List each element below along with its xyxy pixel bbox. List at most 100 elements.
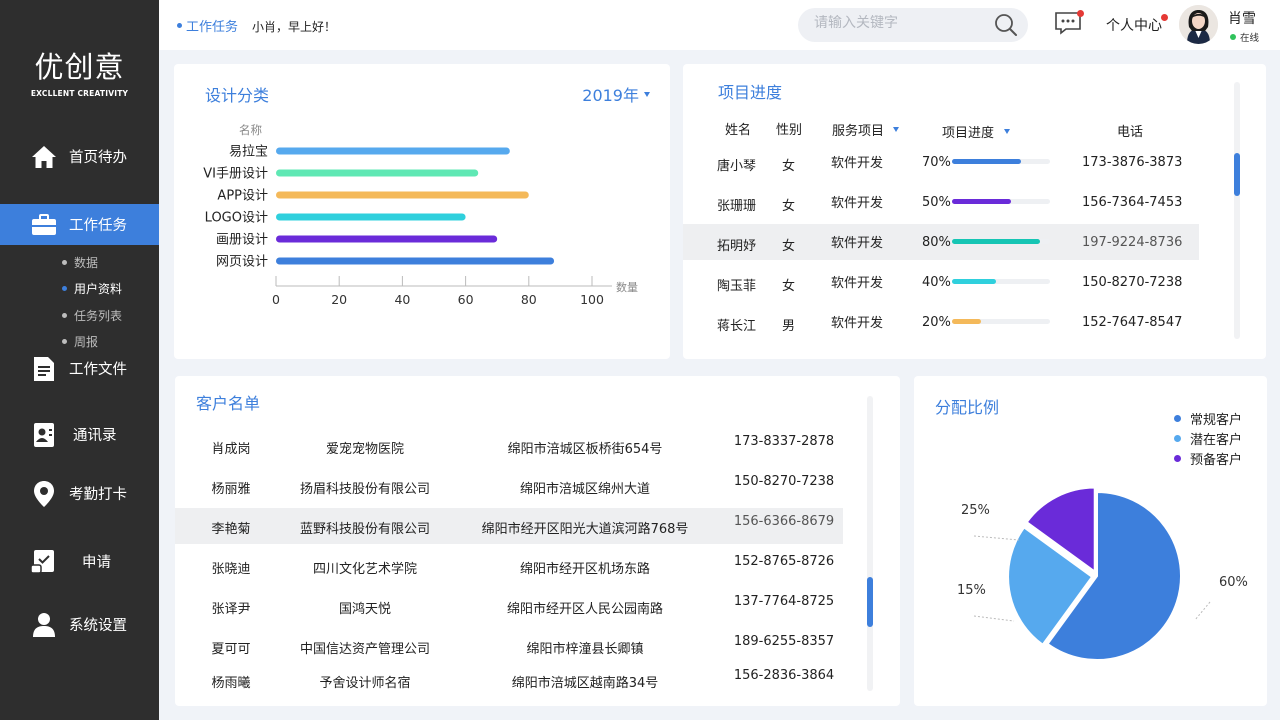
nav-item-settings[interactable]: 系统设置 <box>0 604 159 645</box>
scrollbar[interactable] <box>867 396 873 691</box>
progress-bar-track <box>952 319 1050 324</box>
x-tick-label: 100 <box>580 292 604 307</box>
cell-company: 中国信达资产管理公司 <box>299 642 431 657</box>
cell-address: 绵阳市梓潼县长卿镇 <box>526 642 644 657</box>
user-status: 在线 <box>1230 30 1259 44</box>
card-title: 项目进度 <box>718 83 783 102</box>
bar[interactable] <box>276 257 555 265</box>
cell-address: 绵阳市经开区机场东路 <box>519 562 651 577</box>
cell-pct: 80% <box>922 235 951 250</box>
breadcrumb-label: 工作任务 <box>186 20 239 35</box>
scrollbar-thumb[interactable] <box>1234 153 1240 196</box>
x-tick-label: 80 <box>521 292 537 307</box>
application-icon <box>30 548 58 576</box>
sort-caret-icon <box>893 127 900 132</box>
column-header-name: 姓名 <box>725 123 752 138</box>
avatar[interactable] <box>1179 5 1218 44</box>
cell-name: 李艳菊 <box>211 522 251 537</box>
x-tick-label: 0 <box>272 292 280 307</box>
bar[interactable] <box>276 213 466 221</box>
category-label: LOGO设计 <box>205 211 268 226</box>
category-label: APP设计 <box>217 189 268 204</box>
cell-name: 夏可可 <box>211 642 251 657</box>
bar[interactable] <box>276 169 479 177</box>
pie-chart: 60% 25% 15% <box>957 486 1248 661</box>
slice-label: 15% <box>957 583 986 598</box>
cell-company: 国鸿天悦 <box>338 602 392 617</box>
table-row[interactable]: 张译尹 国鸿天悦 绵阳市经开区人民公园南路 137-7764-8725 <box>175 588 843 624</box>
cell-name: 杨雨曦 <box>211 676 251 691</box>
nav-item-contacts[interactable]: 通讯录 <box>0 414 159 455</box>
subnav-label: 任务列表 <box>74 309 123 323</box>
bar[interactable] <box>276 235 498 243</box>
leader-line <box>973 615 1015 622</box>
cell-phone: 150-8270-7238 <box>1082 275 1183 290</box>
column-header-progress-label: 项目进度 <box>942 126 995 141</box>
nav-label: 系统设置 <box>69 618 127 634</box>
progress-bar-track <box>952 279 1050 284</box>
user-status-label: 在线 <box>1240 33 1260 44</box>
table-row[interactable]: 唐小琴 女 软件开发 70% 173-3876-3873 <box>683 144 1199 180</box>
user-icon <box>30 611 58 639</box>
scrollbar[interactable] <box>1234 82 1240 339</box>
notification-dot <box>1077 10 1084 17</box>
cell-gender: 女 <box>782 159 796 174</box>
scrollbar-thumb[interactable] <box>867 577 873 627</box>
table-row[interactable]: 肖成岗 爱宠宠物医院 绵阳市涪城区板桥街654号 173-8337-2878 <box>175 428 843 464</box>
progress-bar-track <box>952 199 1050 204</box>
nav-item-work-files[interactable]: 工作文件 <box>0 348 159 389</box>
search-icon[interactable] <box>994 13 1018 41</box>
table-row[interactable]: 杨雨曦 予舍设计师名宿 绵阳市涪城区越南路34号 156-2836-3864 <box>175 662 843 698</box>
table-row[interactable]: 张珊珊 女 软件开发 50% 156-7364-7453 <box>683 184 1199 220</box>
greeting: 小肖，早上好！ <box>252 20 337 34</box>
table-row[interactable]: 李艳菊 蓝野科技股份有限公司 绵阳市经开区阳光大道滨河路768号 156-6366-8… <box>175 508 843 544</box>
table-row[interactable]: 陶玉菲 女 软件开发 40% 150-8270-7238 <box>683 264 1199 300</box>
breadcrumb[interactable]: 工作任务 <box>177 16 238 35</box>
cell-address: 绵阳市经开区阳光大道滨河路768号 <box>481 522 689 537</box>
nav-item-work-tasks[interactable]: 工作任务 <box>0 204 159 245</box>
personal-center-link[interactable]: 个人中心 <box>1106 14 1168 35</box>
column-header-service[interactable]: 服务项目 <box>832 120 900 139</box>
leader-line <box>973 535 1020 541</box>
search-input[interactable] <box>814 15 984 31</box>
bar[interactable] <box>276 147 510 155</box>
table-row[interactable]: 拓明妤 女 软件开发 80% 197-9224-8736 <box>683 224 1199 260</box>
table-row[interactable]: 夏可可 中国信达资产管理公司 绵阳市梓潼县长卿镇 189-6255-8357 <box>175 628 843 664</box>
table-row[interactable]: 蒋长江 男 软件开发 20% 152-7647-8547 <box>683 304 1199 340</box>
cell-company: 予舍设计师名宿 <box>319 676 411 691</box>
nav-item-attendance[interactable]: 考勤打卡 <box>0 473 159 514</box>
nav-label: 首页待办 <box>69 150 127 166</box>
category-label: VI手册设计 <box>203 167 268 182</box>
subnav-item-data[interactable]: 数据 <box>62 254 98 271</box>
nav-item-home[interactable]: 首页待办 <box>0 136 159 177</box>
design-category-card: 设计分类 2019年 名称 易拉宝 VI手册设计 APP设计 LOGO设计 画册设计 网页设… <box>174 64 670 359</box>
cell-phone: 152-7647-8547 <box>1082 315 1183 330</box>
subnav-item-user-profile[interactable]: 用户资料 <box>62 280 122 297</box>
logo-text: 优创意 <box>34 50 125 84</box>
cell-pct: 50% <box>922 195 951 210</box>
cell-phone: 197-9224-8736 <box>1082 235 1183 250</box>
table-row[interactable]: 张晓迪 四川文化艺术学院 绵阳市经开区机场东路 152-8765-8726 <box>175 548 843 584</box>
customer-table-body: 肖成岗 爱宠宠物医院 绵阳市涪城区板桥街654号 173-8337-2878 杨丽雅 扬眉… <box>175 426 843 706</box>
y-axis-label: 名称 <box>239 123 262 137</box>
column-header-gender: 性别 <box>776 123 803 138</box>
bar[interactable] <box>276 191 529 199</box>
subnav-item-task-list[interactable]: 任务列表 <box>62 307 122 324</box>
progress-bar-fill <box>952 199 1011 204</box>
column-header-progress[interactable]: 项目进度 <box>942 122 1011 141</box>
cell-service: 软件开发 <box>831 156 884 171</box>
slice-label: 25% <box>961 503 990 518</box>
nav-item-apply[interactable]: 申请 <box>0 541 159 582</box>
cell-phone: 152-8765-8726 <box>733 554 835 569</box>
message-icon[interactable] <box>1054 10 1084 39</box>
subnav-label: 数据 <box>74 256 99 270</box>
cell-name: 杨丽雅 <box>211 482 251 497</box>
cell-service: 软件开发 <box>831 236 884 251</box>
search-box[interactable] <box>798 8 1028 42</box>
logo-subtitle: EXCLLENT CREATIVITY <box>30 89 129 98</box>
cell-name: 蒋长江 <box>717 319 757 334</box>
cell-company: 扬眉科技股份有限公司 <box>299 482 431 497</box>
sort-caret-icon <box>1004 129 1011 134</box>
table-row[interactable]: 杨丽雅 扬眉科技股份有限公司 绵阳市涪城区绵州大道 150-8270-7238 <box>175 468 843 504</box>
cell-address: 绵阳市涪城区板桥街654号 <box>507 442 663 457</box>
